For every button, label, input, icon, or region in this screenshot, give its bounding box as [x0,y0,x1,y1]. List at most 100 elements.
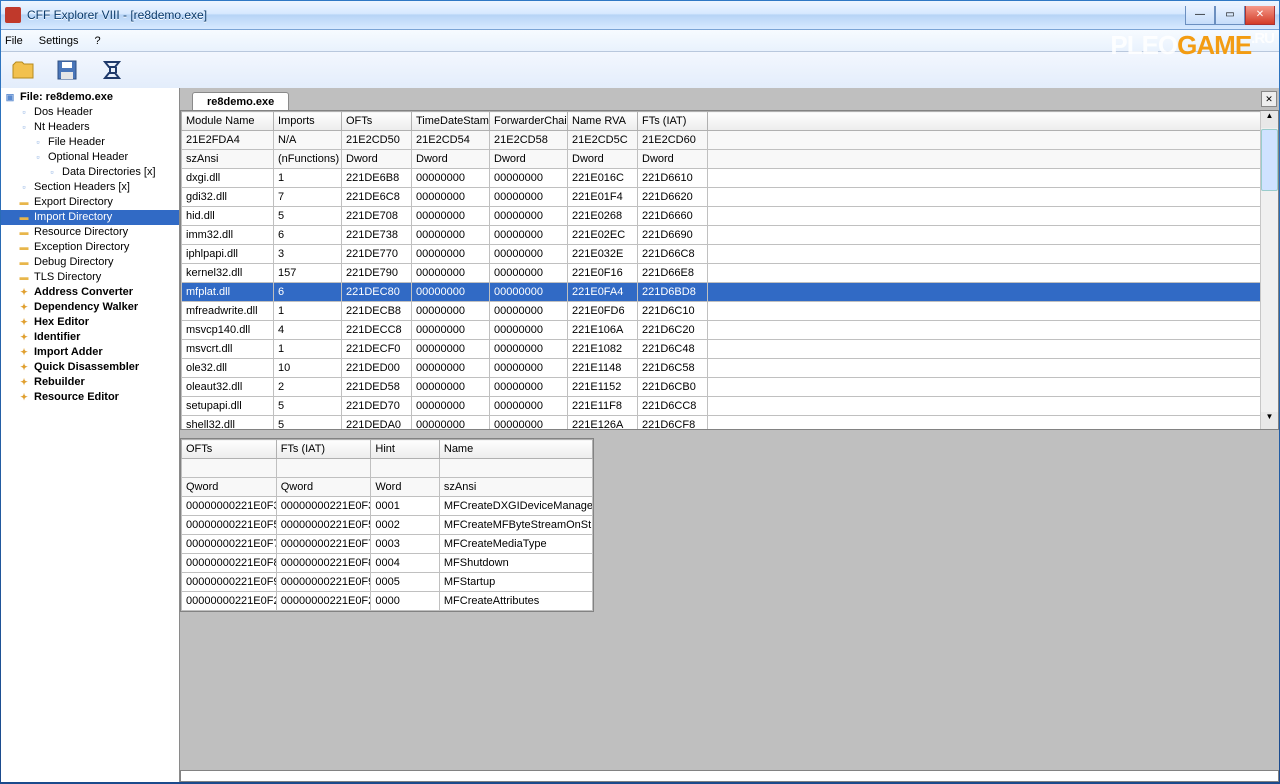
tool-icon: ✦ [17,392,31,404]
nav-tree[interactable]: ▣File: re8demo.exe▫Dos Header▫Nt Headers… [1,88,179,407]
tree-item-label: Hex Editor [34,316,89,329]
tree-item-label: Resource Editor [34,391,119,404]
table-header[interactable]: Hint [371,440,440,459]
table-row[interactable]: mfplat.dll6221DEC800000000000000000221E0… [182,283,1261,302]
table-row[interactable]: 00000000221E0F9800000000221E0F980005MFSt… [182,573,593,592]
menu-settings[interactable]: Settings [39,35,79,47]
folder-icon: ▬ [17,212,31,224]
table-header[interactable]: FTs (IAT) [638,112,708,131]
sidebar[interactable]: ▣File: re8demo.exe▫Dos Header▫Nt Headers… [1,88,180,782]
tree-item-label: TLS Directory [34,271,101,284]
table-row[interactable]: 00000000221E0F3A00000000221E0F3A0001MFCr… [182,497,593,516]
tool-icon: ✦ [17,347,31,359]
tree-item[interactable]: ▬Debug Directory [1,255,179,270]
table-header[interactable]: TimeDateStamp [412,112,490,131]
tree-item-label: Data Directories [x] [62,166,156,179]
table-row[interactable]: imm32.dll6221DE7380000000000000000221E02… [182,226,1261,245]
tool-icon: ✦ [17,302,31,314]
tree-item[interactable]: ✦Resource Editor [1,390,179,405]
imports-scrollbar[interactable]: ▲▼ [1260,111,1278,429]
table-header[interactable]: OFTs [182,440,277,459]
tree-item[interactable]: ▫Optional Header [1,150,179,165]
table-row[interactable]: mfreadwrite.dll1221DECB80000000000000000… [182,302,1261,321]
tree-item[interactable]: ✦Identifier [1,330,179,345]
tree-item-label: Resource Directory [34,226,128,239]
tree-item-label: Section Headers [x] [34,181,130,194]
file-icon: ▣ [3,92,17,104]
table-row[interactable]: msvcp140.dll4221DECC80000000000000000221… [182,321,1261,340]
table-row[interactable]: ole32.dll10221DED000000000000000000221E1… [182,359,1261,378]
table-row[interactable]: oleaut32.dll2221DED580000000000000000221… [182,378,1261,397]
menu-file[interactable]: File [5,35,23,47]
table-row[interactable]: msvcrt.dll1221DECF00000000000000000221E1… [182,340,1261,359]
page-icon: ▫ [17,107,31,119]
table-row[interactable]: 00000000221E0F8A00000000221E0F8A0004MFSh… [182,554,593,573]
folder-icon: ▬ [17,257,31,269]
table-row[interactable]: 00000000221E0F2400000000221E0F240000MFCr… [182,592,593,611]
tree-item[interactable]: ▫Section Headers [x] [1,180,179,195]
table-header[interactable]: Name RVA [568,112,638,131]
table-row[interactable]: shell32.dll5221DEDA00000000000000000221E… [182,416,1261,431]
menu-help[interactable]: ? [94,35,100,47]
tree-item[interactable]: ✦Dependency Walker [1,300,179,315]
tree-item-label: Address Converter [34,286,133,299]
table-row[interactable]: 00000000221E0F7600000000221E0F760003MFCr… [182,535,593,554]
table-row[interactable]: kernel32.dll157221DE79000000000000000002… [182,264,1261,283]
folder-icon: ▬ [17,242,31,254]
tree-item[interactable]: ▬TLS Directory [1,270,179,285]
tree-item-label: File: re8demo.exe [20,91,113,104]
page-icon: ▫ [17,182,31,194]
tree-item[interactable]: ▫File Header [1,135,179,150]
status-bar [180,770,1279,782]
tab-file[interactable]: re8demo.exe [192,92,289,111]
folder-icon: ▬ [17,197,31,209]
table-row[interactable]: gdi32.dll7221DE6C80000000000000000221E01… [182,188,1261,207]
settings-icon[interactable] [99,58,123,82]
functions-table[interactable]: OFTsFTs (IAT)HintName QwordQwordWordszAn… [180,438,594,612]
table-row[interactable]: setupapi.dll5221DED700000000000000000221… [182,397,1261,416]
tree-item[interactable]: ▬Import Directory [1,210,179,225]
tree-item-label: File Header [48,136,105,149]
table-header[interactable]: Imports [274,112,342,131]
tree-item[interactable]: ✦Rebuilder [1,375,179,390]
tree-item[interactable]: ✦Hex Editor [1,315,179,330]
tool-icon: ✦ [17,362,31,374]
open-icon[interactable] [11,58,35,82]
tree-item-label: Quick Disassembler [34,361,139,374]
tree-item-label: Exception Directory [34,241,129,254]
table-row[interactable]: hid.dll5221DE7080000000000000000221E0268… [182,207,1261,226]
tree-item[interactable]: ✦Import Adder [1,345,179,360]
tree-item[interactable]: ▫Dos Header [1,105,179,120]
maximize-button[interactable]: ▭ [1215,6,1245,25]
tree-item[interactable]: ✦Address Converter [1,285,179,300]
tree-item-label: Rebuilder [34,376,85,389]
table-header[interactable]: Name [439,440,592,459]
tree-item[interactable]: ▬Export Directory [1,195,179,210]
table-row[interactable]: iphlpapi.dll3221DE7700000000000000000221… [182,245,1261,264]
tool-icon: ✦ [17,332,31,344]
tab-close-button[interactable]: ✕ [1261,91,1277,107]
minimize-button[interactable]: — [1185,6,1215,25]
save-icon[interactable] [55,58,79,82]
title-bar: CFF Explorer VIII - [re8demo.exe] — ▭ ✕ [1,1,1279,30]
table-header[interactable]: OFTs [342,112,412,131]
tree-item-label: Dos Header [34,106,93,119]
tree-item[interactable]: ▫Data Directories [x] [1,165,179,180]
tree-item[interactable]: ▬Exception Directory [1,240,179,255]
tree-item[interactable]: ▬Resource Directory [1,225,179,240]
table-row[interactable]: dxgi.dll1221DE6B80000000000000000221E016… [182,169,1261,188]
tree-item[interactable]: ✦Quick Disassembler [1,360,179,375]
close-button[interactable]: ✕ [1245,6,1275,25]
imports-table[interactable]: Module NameImportsOFTsTimeDateStampForwa… [180,110,1279,430]
table-row[interactable]: 00000000221E0F5600000000221E0F560002MFCr… [182,516,593,535]
app-icon [5,7,21,23]
tree-item-label: Optional Header [48,151,128,164]
table-header[interactable]: FTs (IAT) [276,440,371,459]
page-icon: ▫ [45,167,59,179]
tab-strip: re8demo.exe ✕ [180,88,1279,110]
table-header[interactable]: ForwarderChain [490,112,568,131]
tree-item[interactable]: ▫Nt Headers [1,120,179,135]
table-header[interactable]: Module Name [182,112,274,131]
tree-item[interactable]: ▣File: re8demo.exe [1,90,179,105]
window-title: CFF Explorer VIII - [re8demo.exe] [27,8,207,22]
